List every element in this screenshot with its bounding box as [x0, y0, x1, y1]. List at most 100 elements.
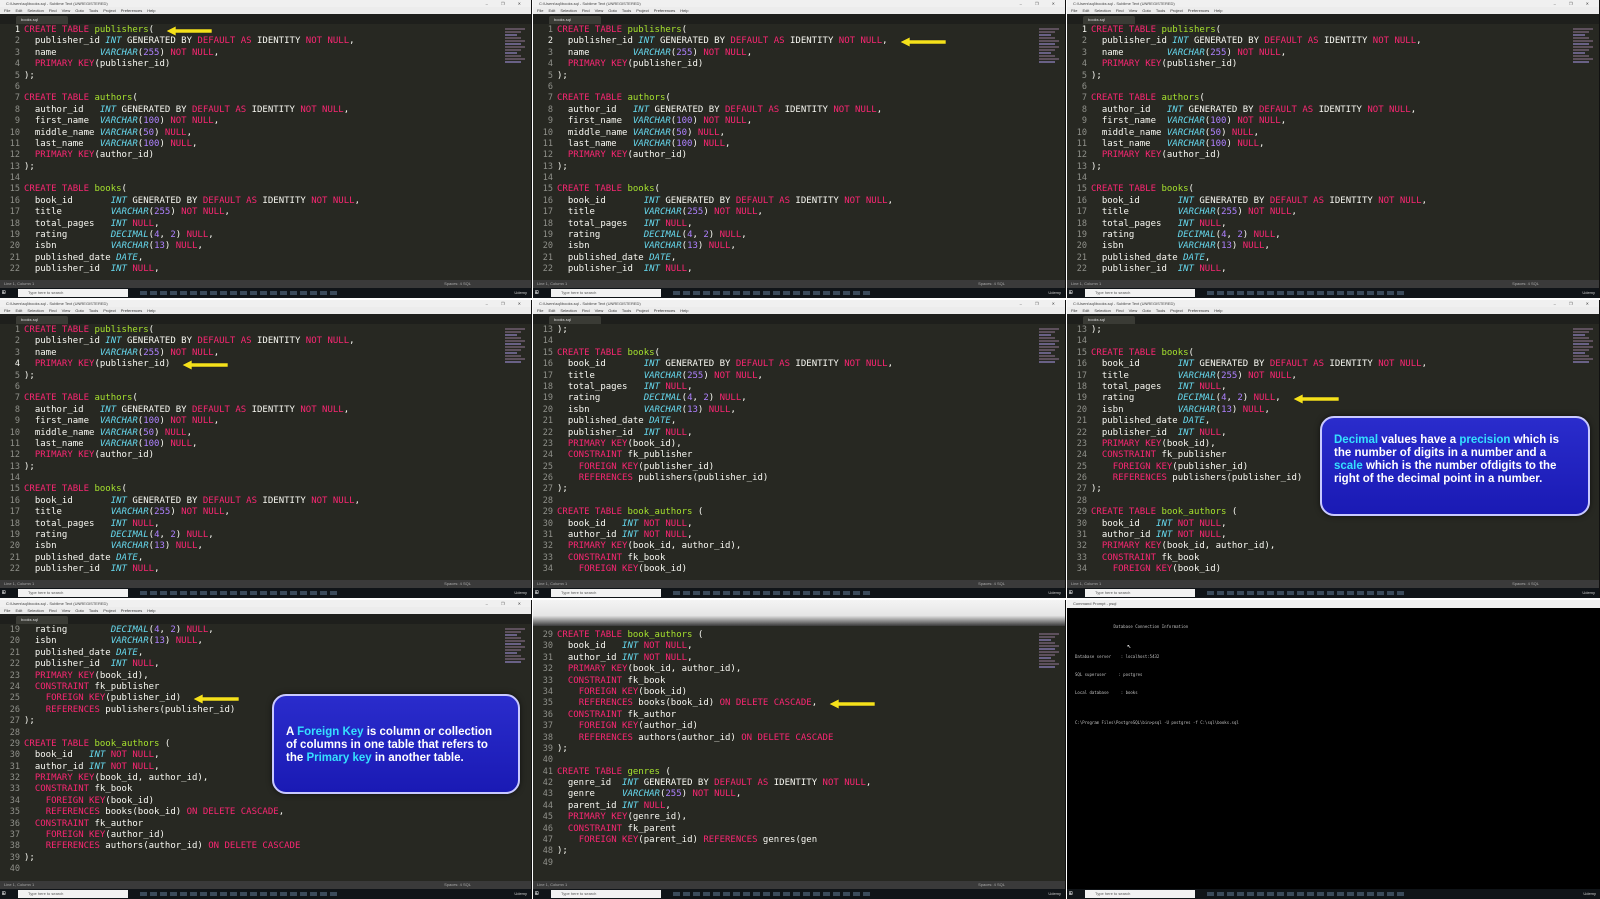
- menu-item[interactable]: Preferences: [654, 8, 676, 13]
- minimap[interactable]: [505, 327, 525, 365]
- taskbar-apps[interactable]: [673, 291, 873, 295]
- window-controls[interactable]: – ❐ ✕: [1020, 300, 1061, 307]
- menu-item[interactable]: File: [537, 308, 543, 313]
- menu-item[interactable]: File: [4, 308, 10, 313]
- menu-item[interactable]: Tools: [622, 8, 631, 13]
- window-controls[interactable]: – ❐ ✕: [486, 300, 527, 307]
- menu-item[interactable]: Selection: [27, 8, 43, 13]
- minimap[interactable]: [505, 627, 525, 665]
- code-editor[interactable]: 13); 14 15 CREATE TABLE books(16 book_id IN…: [533, 325, 1065, 580]
- menu-item[interactable]: Project: [103, 308, 115, 313]
- code-area[interactable]: 29 CREATE TABLE book_authors (30 book_id …: [543, 630, 1035, 881]
- menu-item[interactable]: Find: [582, 308, 590, 313]
- code-area[interactable]: 1 CREATE TABLE publishers(2 publisher_id …: [1077, 25, 1569, 280]
- menu-item[interactable]: Help: [680, 8, 688, 13]
- menu-item[interactable]: Goto: [75, 608, 84, 613]
- taskbar-apps[interactable]: [140, 291, 340, 295]
- minimap[interactable]: [1573, 27, 1593, 65]
- windows-start-icon[interactable]: ⊞: [2, 891, 10, 897]
- tab-books-sql[interactable]: books.sql: [1083, 316, 1135, 324]
- code-area[interactable]: 1 CREATE TABLE publishers(2 publisher_id …: [10, 25, 501, 280]
- menu-item[interactable]: Find: [582, 8, 590, 13]
- menu-item[interactable]: File: [4, 608, 10, 613]
- minimap[interactable]: [1039, 632, 1059, 670]
- menu-item[interactable]: Selection: [560, 8, 576, 13]
- windows-start-icon[interactable]: ⊞: [1069, 891, 1077, 897]
- windows-start-icon[interactable]: ⊞: [2, 290, 10, 296]
- taskbar-apps[interactable]: [1207, 291, 1407, 295]
- taskbar-search-input[interactable]: Type here to search: [551, 589, 661, 597]
- taskbar-search-input[interactable]: Type here to search: [551, 289, 661, 297]
- windows-start-icon[interactable]: ⊞: [535, 891, 543, 897]
- menu-item[interactable]: Goto: [608, 308, 617, 313]
- menu-item[interactable]: Project: [1170, 308, 1182, 313]
- menu-item[interactable]: Project: [103, 608, 115, 613]
- menu-item[interactable]: Help: [147, 608, 155, 613]
- taskbar-apps[interactable]: [673, 892, 873, 896]
- menu-item[interactable]: Edit: [15, 8, 22, 13]
- tab-books-sql[interactable]: books.sql: [16, 616, 68, 624]
- code-editor[interactable]: 1 CREATE TABLE publishers(2 publisher_id …: [0, 25, 531, 280]
- menu-item[interactable]: Selection: [1094, 8, 1110, 13]
- windows-start-icon[interactable]: ⊞: [535, 590, 543, 596]
- windows-start-icon[interactable]: ⊞: [1069, 290, 1077, 296]
- taskbar-search-input[interactable]: Type here to search: [18, 890, 128, 898]
- taskbar-apps[interactable]: [140, 892, 340, 896]
- taskbar-search-input[interactable]: Type here to search: [1085, 890, 1195, 898]
- tab-books-sql[interactable]: books.sql: [16, 16, 68, 24]
- menu-item[interactable]: View: [62, 308, 71, 313]
- menu-item[interactable]: Project: [1170, 8, 1182, 13]
- menu-item[interactable]: Preferences: [1188, 8, 1210, 13]
- menu-item[interactable]: Tools: [622, 308, 631, 313]
- menu-item[interactable]: Tools: [1156, 308, 1165, 313]
- menu-item[interactable]: View: [62, 608, 71, 613]
- menu-item[interactable]: Goto: [1142, 308, 1151, 313]
- windows-start-icon[interactable]: ⊞: [2, 590, 10, 596]
- menu-item[interactable]: Find: [1116, 8, 1124, 13]
- code-editor[interactable]: 1 CREATE TABLE publishers(2 publisher_id …: [533, 25, 1065, 280]
- menu-item[interactable]: Edit: [15, 308, 22, 313]
- menu-item[interactable]: Preferences: [1188, 308, 1210, 313]
- taskbar-search-input[interactable]: Type here to search: [1085, 589, 1195, 597]
- menu-item[interactable]: Selection: [560, 308, 576, 313]
- tab-books-sql[interactable]: books.sql: [16, 316, 68, 324]
- menu-item[interactable]: Project: [636, 8, 648, 13]
- menu-item[interactable]: Preferences: [121, 308, 143, 313]
- taskbar-apps[interactable]: [1207, 892, 1407, 896]
- menu-item[interactable]: View: [595, 308, 604, 313]
- menu-item[interactable]: View: [62, 8, 71, 13]
- minimap[interactable]: [1039, 327, 1059, 365]
- menu-item[interactable]: Help: [147, 8, 155, 13]
- taskbar-search-input[interactable]: Type here to search: [1085, 289, 1195, 297]
- menu-item[interactable]: Goto: [1142, 8, 1151, 13]
- menu-item[interactable]: Find: [1116, 308, 1124, 313]
- menu-item[interactable]: Find: [49, 608, 57, 613]
- tab-books-sql[interactable]: books.sql: [549, 316, 601, 324]
- taskbar-apps[interactable]: [673, 591, 873, 595]
- code-area[interactable]: 1 CREATE TABLE publishers(2 publisher_id …: [10, 325, 501, 580]
- menu-item[interactable]: Edit: [548, 308, 555, 313]
- menu-item[interactable]: Tools: [89, 8, 98, 13]
- menu-item[interactable]: File: [4, 8, 10, 13]
- code-area[interactable]: 1 CREATE TABLE publishers(2 publisher_id …: [543, 25, 1035, 280]
- windows-start-icon[interactable]: ⊞: [1069, 590, 1077, 596]
- menu-item[interactable]: File: [1071, 8, 1077, 13]
- menu-item[interactable]: Preferences: [654, 308, 676, 313]
- code-editor[interactable]: 29 CREATE TABLE book_authors (30 book_id …: [533, 630, 1065, 881]
- taskbar-apps[interactable]: [1207, 591, 1407, 595]
- menu-item[interactable]: Help: [1214, 8, 1222, 13]
- tab-books-sql[interactable]: books.sql: [1083, 16, 1135, 24]
- menu-item[interactable]: File: [1071, 308, 1077, 313]
- minimap[interactable]: [1039, 27, 1059, 65]
- menu-item[interactable]: Goto: [75, 8, 84, 13]
- menu-item[interactable]: Project: [103, 8, 115, 13]
- menu-item[interactable]: Tools: [89, 308, 98, 313]
- menu-item[interactable]: View: [1129, 8, 1138, 13]
- windows-start-icon[interactable]: ⊞: [535, 290, 543, 296]
- taskbar-search-input[interactable]: Type here to search: [18, 589, 128, 597]
- code-editor[interactable]: 1 CREATE TABLE publishers(2 publisher_id …: [0, 325, 531, 580]
- tab-books-sql[interactable]: books.sql: [549, 16, 601, 24]
- menu-item[interactable]: File: [537, 8, 543, 13]
- menu-item[interactable]: View: [1129, 308, 1138, 313]
- menu-item[interactable]: View: [595, 8, 604, 13]
